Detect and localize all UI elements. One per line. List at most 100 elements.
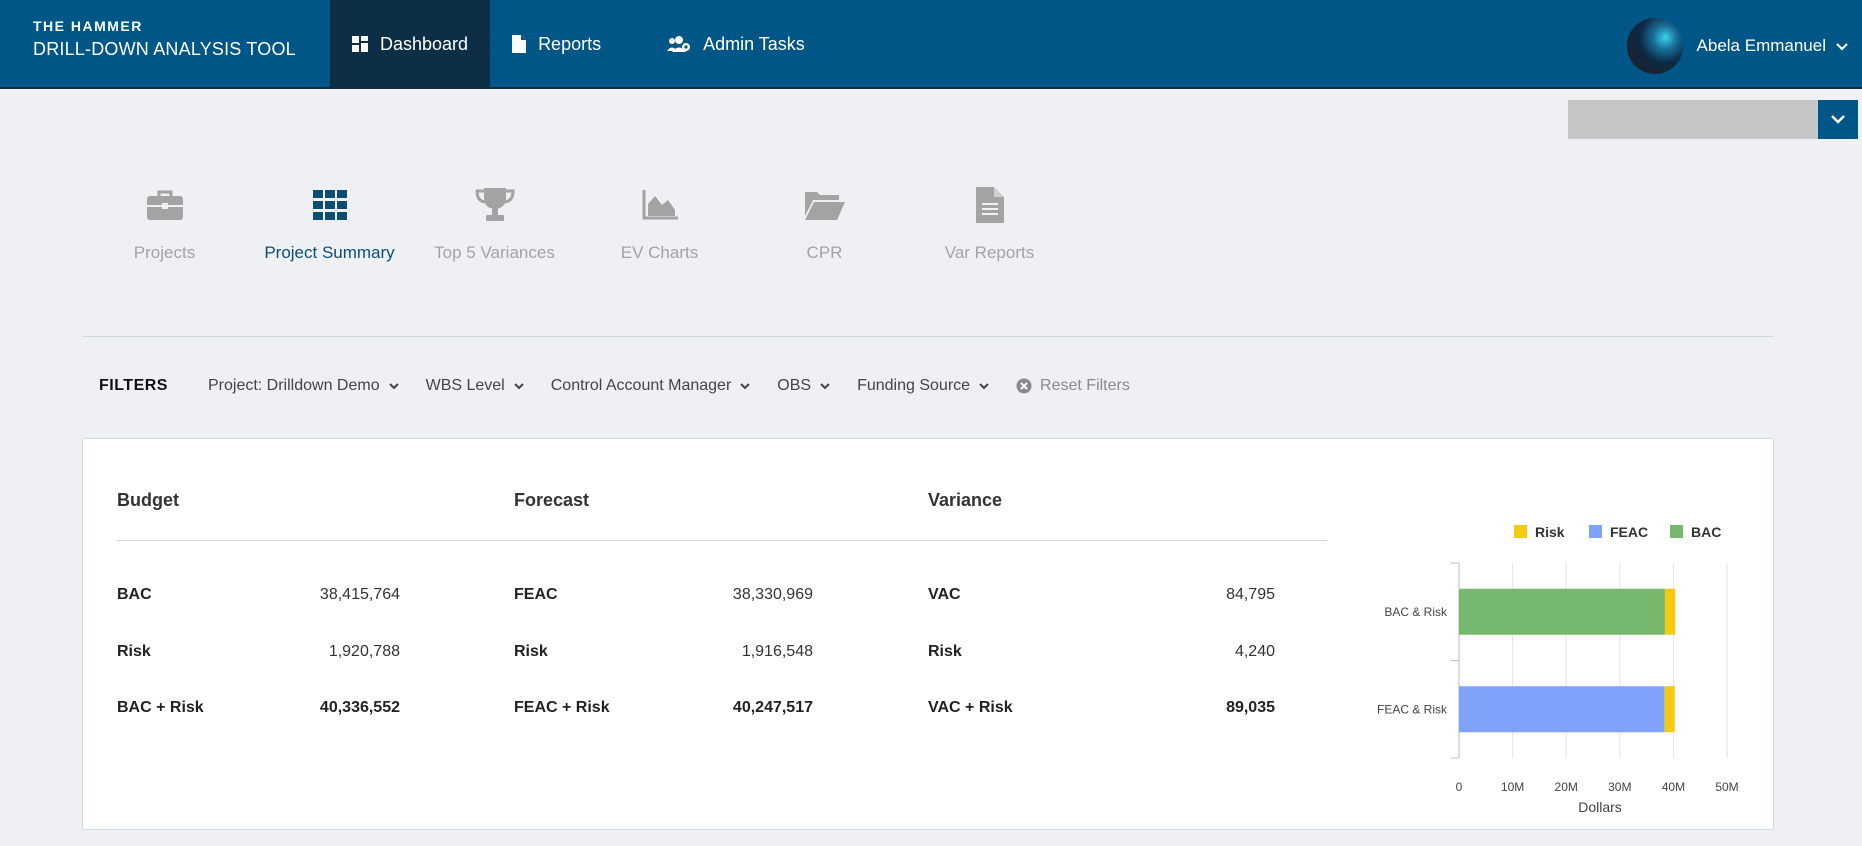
legend-label-feac: FEAC <box>1610 524 1648 540</box>
avatar <box>1626 18 1683 74</box>
filter-control-account-manager-label: Control Account Manager <box>550 377 732 394</box>
variance-vac-risk-label: VAC + Risk <box>928 699 1013 716</box>
reset-filters-label: Reset Filters <box>1040 377 1130 394</box>
tool-project-summary-label: Project Summary <box>264 243 395 262</box>
nav-reports-label: Reports <box>538 33 602 54</box>
budget-bac-label: BAC <box>117 586 152 603</box>
filters-bar: FILTERS Project: Drilldown Demo WBS Leve… <box>99 377 1130 395</box>
filter-wbs-level[interactable]: WBS Level <box>426 377 524 395</box>
variance-risk-label: Risk <box>928 643 962 660</box>
variance-title: Variance <box>928 490 1003 510</box>
chevron-down-icon <box>1836 36 1848 56</box>
nav-dashboard[interactable]: Dashboard <box>330 0 491 88</box>
brand-top: THE HAMMER <box>33 18 143 34</box>
forecast-title: Forecast <box>514 490 590 510</box>
top-navbar: THE HAMMER DRILL-DOWN ANALYSIS TOOL Dash… <box>0 0 1862 89</box>
legend-label-bac: BAC <box>1691 524 1721 540</box>
summary-divider <box>117 540 1327 541</box>
nav-reports[interactable]: Reports <box>490 0 623 88</box>
variance-vac-risk-value: 89,035 <box>1226 699 1275 716</box>
project-selector-field[interactable] <box>1568 100 1818 139</box>
project-selector[interactable] <box>1568 100 1858 139</box>
grid-icon <box>312 185 347 225</box>
main-nav: Dashboard Reports Admin Tasks <box>330 0 827 88</box>
brand-title: DRILL-DOWN ANALYSIS TOOL <box>33 39 296 59</box>
analysis-tools: Projects Project Summary Top 5 Variances… <box>82 185 1072 263</box>
user-name: Abela Emmanuel <box>1696 36 1826 55</box>
filter-obs-label: OBS <box>777 377 812 394</box>
budget-risk-value: 1,920,788 <box>328 643 400 660</box>
filter-project-label: Project: Drilldown Demo <box>207 377 380 394</box>
users-cog-icon <box>667 35 691 53</box>
forecast-risk-label: Risk <box>514 643 548 660</box>
legend-swatch-feac <box>1589 525 1602 538</box>
legend-label-risk: Risk <box>1535 524 1565 540</box>
filter-funding-source[interactable]: Funding Source <box>857 377 989 395</box>
filter-funding-source-label: Funding Source <box>857 377 971 394</box>
x-tick-label: 50M <box>1715 780 1738 794</box>
trophy-icon <box>474 185 515 225</box>
tool-ev-charts[interactable]: EV Charts <box>577 185 742 263</box>
x-axis-label: Dollars <box>1578 799 1622 815</box>
forecast-feac-label: FEAC <box>514 586 558 603</box>
briefcase-icon <box>146 185 183 225</box>
area-chart-icon <box>642 185 678 225</box>
chevron-down-icon <box>388 382 399 390</box>
chevron-down-icon <box>514 382 524 390</box>
forecast-feac-value: 38,330,969 <box>732 586 813 603</box>
x-tick-label: 40M <box>1662 780 1685 794</box>
y-category-label: FEAC & Risk <box>1377 702 1448 716</box>
x-tick-label: 30M <box>1608 780 1631 794</box>
forecast-risk-value: 1,916,548 <box>741 643 813 660</box>
budget-title: Budget <box>117 490 179 510</box>
filter-wbs-level-label: WBS Level <box>425 377 505 394</box>
chevron-down-icon <box>979 382 989 390</box>
nav-admin-tasks-label: Admin Tasks <box>703 33 805 54</box>
file-icon <box>512 35 527 53</box>
legend-swatch-bac <box>1670 525 1683 538</box>
close-circle-icon <box>1016 378 1032 394</box>
x-tick-label: 0 <box>1456 780 1463 794</box>
dashboard-grid-icon <box>352 36 368 52</box>
budget-bac-risk-value: 40,336,552 <box>319 699 400 716</box>
filter-control-account-manager[interactable]: Control Account Manager <box>551 377 751 395</box>
bar-feac-1 <box>1459 686 1665 733</box>
reset-filters-button[interactable]: Reset Filters <box>1016 377 1130 395</box>
budget-bac-risk-label: BAC + Risk <box>117 699 204 716</box>
budget-bac-value: 38,415,764 <box>319 586 400 603</box>
x-tick-label: 20M <box>1555 780 1578 794</box>
chevron-down-icon <box>740 382 750 390</box>
brand[interactable]: THE HAMMER DRILL-DOWN ANALYSIS TOOL <box>33 18 296 60</box>
tool-cpr-label: CPR <box>806 243 843 262</box>
variance-risk-value: 4,240 <box>1234 643 1275 660</box>
filter-project[interactable]: Project: Drilldown Demo <box>208 377 399 395</box>
tool-project-summary[interactable]: Project Summary <box>247 185 412 263</box>
variance-vac-value: 84,795 <box>1226 586 1275 603</box>
chevron-down-icon <box>1831 111 1845 129</box>
tool-var-reports[interactable]: Var Reports <box>907 185 1072 263</box>
tool-top-5-variances[interactable]: Top 5 Variances <box>412 185 577 263</box>
chevron-down-icon <box>820 382 830 390</box>
budget-risk-label: Risk <box>117 643 151 660</box>
tool-ev-charts-label: EV Charts <box>620 243 699 262</box>
tool-cpr[interactable]: CPR <box>742 185 907 263</box>
legend-swatch-risk <box>1514 525 1527 538</box>
forecast-feac-risk-label: FEAC + Risk <box>514 699 610 716</box>
document-icon <box>975 185 1004 225</box>
x-tick-label: 10M <box>1501 780 1524 794</box>
nav-admin-tasks[interactable]: Admin Tasks <box>623 0 827 88</box>
tool-top-5-variances-label: Top 5 Variances <box>434 243 555 262</box>
forecast-feac-risk-value: 40,247,517 <box>732 699 813 716</box>
y-category-label: BAC & Risk <box>1384 605 1448 619</box>
filter-obs[interactable]: OBS <box>777 377 830 395</box>
tool-var-reports-label: Var Reports <box>944 243 1035 262</box>
variance-vac-label: VAC <box>928 586 961 603</box>
user-menu[interactable]: Abela Emmanuel <box>1626 18 1848 74</box>
project-selector-toggle[interactable] <box>1818 100 1858 139</box>
nav-dashboard-label: Dashboard <box>380 33 469 54</box>
filters-label: FILTERS <box>99 377 168 394</box>
bar-risk-0 <box>1664 588 1676 635</box>
tool-projects[interactable]: Projects <box>82 185 247 263</box>
folder-open-icon <box>804 185 845 225</box>
tool-projects-label: Projects <box>133 243 196 262</box>
